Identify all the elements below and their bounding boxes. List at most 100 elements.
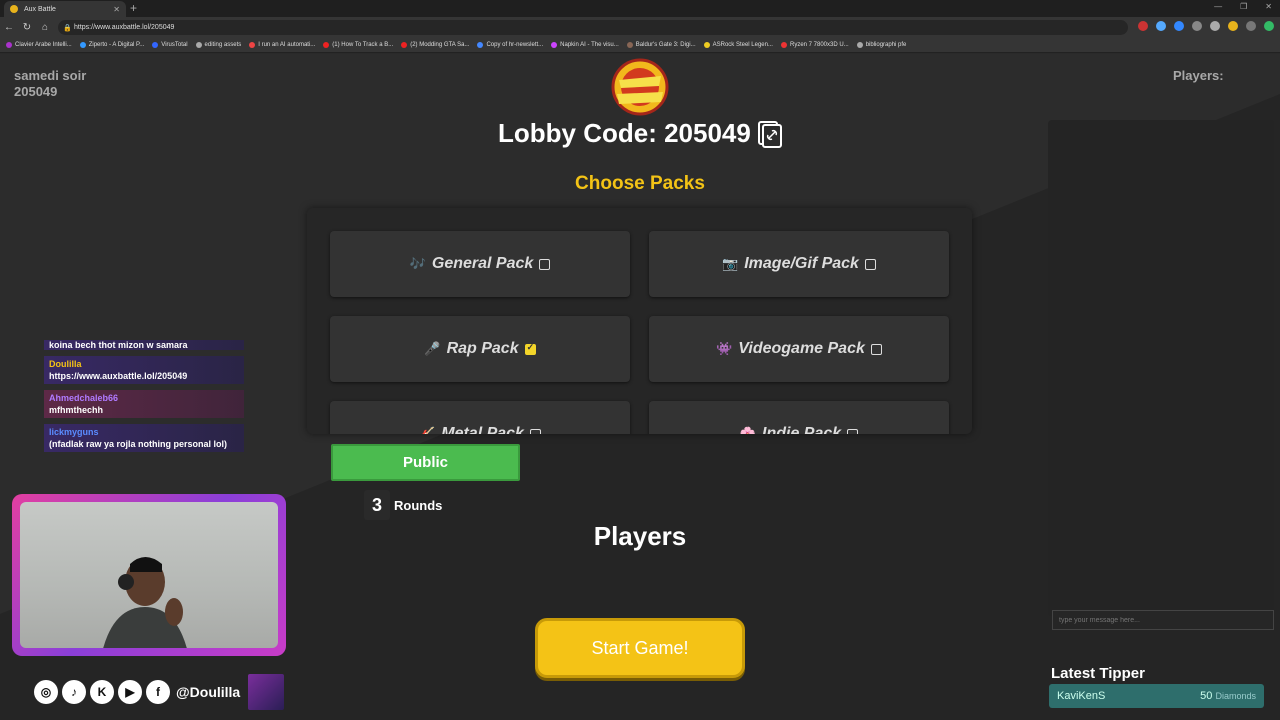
site-favicon-icon <box>10 5 18 13</box>
tiktok-icon: ♪ <box>62 680 86 704</box>
bookmark-item[interactable]: (1) How To Track a B... <box>323 42 393 48</box>
tipper-amount: 50 Diamonds <box>1200 690 1256 702</box>
favorites-icon[interactable] <box>1210 21 1220 31</box>
camera-icon: 📷 <box>722 256 739 271</box>
browser-tab[interactable]: Aux Battle ✕ <box>4 1 126 17</box>
close-window-icon[interactable]: ✕ <box>1265 2 1272 11</box>
stream-chat-overlay: koina bech thot mizon w samara Doulilla … <box>44 340 244 458</box>
youtube-icon <box>323 42 330 48</box>
youtube-icon <box>401 42 408 48</box>
home-icon[interactable]: ⌂ <box>36 22 54 33</box>
stream-chat-message: koina bech thot mizon w samara <box>44 340 244 350</box>
bookmark-icon <box>703 42 710 48</box>
pack-checkbox[interactable] <box>847 428 859 434</box>
facebook-icon: f <box>146 680 170 704</box>
streamer-handle: @Doulilla <box>176 684 241 700</box>
bookmark-icon <box>551 42 558 48</box>
pack-checkbox[interactable] <box>539 258 551 270</box>
bookmark-icon <box>477 42 484 48</box>
menu-icon[interactable] <box>1246 21 1256 31</box>
bookmark-item[interactable]: Copy of hr-newslett... <box>477 42 543 48</box>
lobby-name: samedi soir 205049 <box>14 68 87 99</box>
bookmark-item[interactable]: I run an AI automati... <box>249 42 315 48</box>
pack-metal[interactable]: 🎸 Metal Pack <box>330 401 630 434</box>
guitar-icon: 🎸 <box>419 426 436 434</box>
new-tab-icon[interactable]: + <box>130 1 137 15</box>
browser-tab-bar: Aux Battle ✕ + — ❐ ✕ <box>0 0 1280 17</box>
pack-image-gif[interactable]: 📷 Image/Gif Pack <box>649 231 949 297</box>
rounds-label: Rounds <box>394 497 443 513</box>
minimize-icon[interactable]: — <box>1214 2 1222 11</box>
address-bar-row: ← ↻ ⌂ 🔒 https://www.auxbattle.lol/205049 <box>0 17 1280 38</box>
pack-checkbox[interactable] <box>524 342 536 355</box>
chat-message-input[interactable] <box>1052 610 1274 630</box>
pack-checkbox[interactable] <box>870 343 882 355</box>
pack-general[interactable]: 🎶 General Pack <box>330 231 630 297</box>
profile-avatar-icon[interactable] <box>1228 21 1238 31</box>
bookmark-icon <box>79 42 86 48</box>
latest-tipper-heading: Latest Tipper <box>1051 665 1145 682</box>
webcam-feed <box>20 502 278 648</box>
close-tab-icon[interactable]: ✕ <box>113 5 120 14</box>
pack-checkbox[interactable] <box>864 258 876 270</box>
streamer-silhouette <box>103 557 187 648</box>
bookmark-item[interactable]: Baldur's Gate 3: Digi... <box>626 42 696 48</box>
lobby-code: Lobby Code: 205049 <box>498 118 751 148</box>
url-field[interactable]: 🔒 https://www.auxbattle.lol/205049 <box>58 20 1128 35</box>
tab-title: Aux Battle <box>24 5 56 13</box>
bookmark-item[interactable]: ASRock Steel Legen... <box>703 42 773 48</box>
reload-icon[interactable]: ↻ <box>18 22 36 33</box>
bookmark-icon <box>780 42 787 48</box>
youtube-icon: ▶ <box>118 680 142 704</box>
webcam-frame <box>12 494 286 656</box>
stream-chat-message: lickmyguns (nfadlak raw ya rojla nothing… <box>44 424 244 452</box>
bookmark-icon <box>6 42 12 48</box>
pack-label: Metal Pack <box>441 425 524 434</box>
bookmark-item[interactable]: Ziperto - A Digital P... <box>79 42 144 48</box>
microphone-icon: 🎤 <box>424 341 441 356</box>
start-game-button[interactable]: Start Game! <box>535 618 745 678</box>
pack-label: Indie Pack <box>762 425 842 434</box>
bookmark-item[interactable]: VirusTotal <box>152 42 188 48</box>
game-page: samedi soir 205049 Players: Lobby Code: … <box>0 54 1280 720</box>
bookmark-item[interactable]: Napkin AI - The visu... <box>551 42 619 48</box>
instagram-icon: ◎ <box>34 680 58 704</box>
bookmark-item[interactable]: Clavier Arabe Intelli... <box>6 42 72 48</box>
bookmark-icon <box>152 42 159 48</box>
bookmark-item[interactable]: editing assets <box>195 42 241 48</box>
copy-link-icon[interactable] <box>757 120 783 148</box>
url-text: https://www.auxbattle.lol/205049 <box>74 24 175 31</box>
pack-label: Videogame Pack <box>738 340 865 357</box>
pack-checkbox[interactable] <box>529 428 541 434</box>
copilot-icon[interactable] <box>1264 21 1274 31</box>
rounds-input[interactable]: 3 <box>364 490 390 520</box>
chat-messages-panel <box>1048 120 1274 616</box>
extension-icon[interactable] <box>1192 21 1202 31</box>
visibility-toggle-button[interactable]: Public <box>331 444 520 481</box>
pack-label: Image/Gif Pack <box>744 255 859 272</box>
extension-icon[interactable] <box>1138 21 1148 31</box>
stream-chat-message: Ahmedchaleb66 mfhmthechh <box>44 390 244 418</box>
back-icon[interactable]: ← <box>0 22 18 33</box>
bookmark-item[interactable]: bibliographi pfe <box>856 42 906 48</box>
maximize-icon[interactable]: ❐ <box>1240 2 1247 11</box>
lock-icon: 🔒 <box>63 24 72 32</box>
alien-monster-icon: 👾 <box>716 341 733 356</box>
pack-rap[interactable]: 🎤 Rap Pack <box>330 316 630 382</box>
rounds-selector: 3 Rounds <box>364 490 442 520</box>
bookmark-item[interactable]: Ryzen 7 7800x3D U... <box>780 42 849 48</box>
extension-icon[interactable] <box>1174 21 1184 31</box>
latest-tipper-row: KaviKenS 50 Diamonds <box>1049 684 1264 708</box>
pack-indie[interactable]: 🌸 Indie Pack <box>649 401 949 434</box>
pack-videogame[interactable]: 👾 Videogame Pack <box>649 316 949 382</box>
flower-icon: 🌸 <box>739 426 757 434</box>
pack-label: General Pack <box>431 255 534 272</box>
packs-panel[interactable]: 🎶 General Pack 📷 Image/Gif Pack 🎤 Rap Pa… <box>307 208 972 434</box>
lobby-code-row: Lobby Code: 205049 <box>498 118 783 149</box>
tipper-name: KaviKenS <box>1057 690 1106 702</box>
bookmark-item[interactable]: (2) Modding GTA Sa... <box>401 42 469 48</box>
bookmarks-bar: Clavier Arabe Intelli... Ziperto - A Dig… <box>0 38 1280 53</box>
stream-chat-message: Doulilla https://www.auxbattle.lol/20504… <box>44 356 244 384</box>
aux-battle-logo <box>611 58 669 116</box>
extension-icon[interactable] <box>1156 21 1166 31</box>
